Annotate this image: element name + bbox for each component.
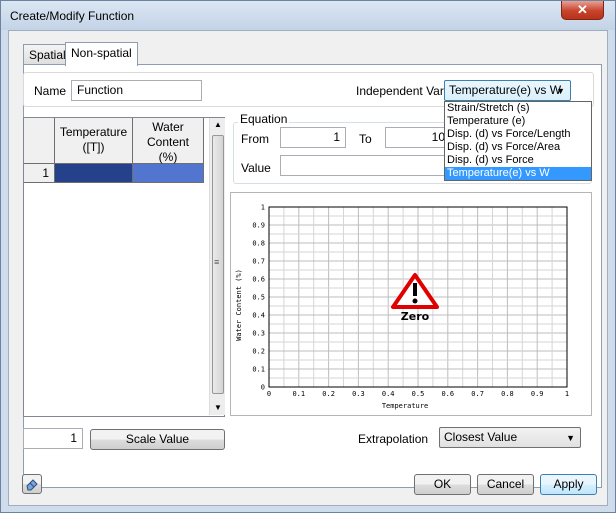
table-cell-water-content[interactable] [133, 164, 204, 183]
close-button[interactable]: ✕ [561, 1, 604, 20]
column-header-water-content[interactable]: Water Content (%) [133, 118, 204, 164]
value-label: Value [241, 161, 271, 175]
scroll-down-icon[interactable]: ▼ [214, 403, 222, 412]
chevron-down-icon: ▼ [556, 86, 565, 96]
cancel-button[interactable]: Cancel [477, 474, 534, 495]
x-tick-labels: 0 0.1 0.2 0.3 0.4 0.5 0.6 0.7 0.8 0.9 1 [267, 390, 569, 398]
independent-var-label: Independent Var. [356, 84, 447, 98]
tab-non-spatial-label: Non-spatial [71, 46, 132, 60]
scrollbar-thumb[interactable]: ≡ [212, 135, 224, 394]
y-tick-label: 0.9 [252, 222, 265, 230]
extrapolation-label: Extrapolation [358, 432, 429, 446]
independent-var-value: Temperature(e) vs W [449, 83, 562, 97]
row-count-input[interactable]: 1 [23, 428, 83, 449]
equation-label: Equation [238, 112, 290, 126]
grip-icon: ≡ [214, 257, 220, 267]
eraser-icon [26, 479, 38, 491]
extrapolation-select[interactable]: Closest Value ▼ [439, 427, 581, 448]
x-tick-label: 0.6 [441, 390, 454, 398]
dropdown-option[interactable]: Strain/Stretch (s) [445, 102, 591, 115]
y-tick-label: 0.3 [252, 330, 265, 338]
x-tick-label: 0.7 [471, 390, 484, 398]
grid-corner-header [24, 118, 55, 164]
dropdown-option[interactable]: Disp. (d) vs Force/Area [445, 141, 591, 154]
x-tick-label: 0.1 [292, 390, 305, 398]
name-label: Name [34, 84, 67, 98]
close-icon: ✕ [577, 2, 588, 17]
x-tick-label: 0.9 [531, 390, 544, 398]
dialog-window: Create/Modify Function ✕ Spatial Non-spa… [0, 0, 616, 513]
title-bar[interactable]: Create/Modify Function ✕ [1, 1, 615, 30]
y-tick-label: 0.1 [252, 366, 265, 374]
to-input[interactable]: 10 [385, 127, 451, 148]
scale-value-button[interactable]: Scale Value [90, 429, 225, 450]
y-tick-label: 0.5 [252, 294, 265, 302]
y-tick-label: 0.7 [252, 258, 265, 266]
apply-button[interactable]: Apply [540, 474, 597, 495]
x-tick-label: 0.3 [352, 390, 365, 398]
x-tick-label: 1 [565, 390, 569, 398]
y-axis-label: Water Content (%) [235, 269, 243, 341]
dropdown-option[interactable]: Disp. (d) vs Force/Length [445, 128, 591, 141]
from-input[interactable]: 1 [280, 127, 346, 148]
y-tick-label: 1 [261, 204, 265, 212]
ok-button[interactable]: OK [414, 474, 471, 495]
grid-scrollbar[interactable]: ▲ ≡ ▼ [209, 118, 225, 415]
dropdown-option-selected[interactable]: Temperature(e) vs W [445, 167, 591, 180]
eraser-button[interactable] [22, 474, 42, 494]
column-header-temperature[interactable]: Temperature ([T]) [55, 118, 133, 164]
tab-spatial-label: Spatial [29, 48, 66, 62]
independent-var-select[interactable]: Temperature(e) vs W ▼ [444, 80, 571, 101]
x-tick-label: 0.8 [501, 390, 514, 398]
name-input[interactable]: Function [71, 80, 202, 101]
from-label: From [241, 132, 269, 146]
independent-var-dropdown: Strain/Stretch (s) Temperature (e) Disp.… [444, 101, 592, 181]
x-tick-label: 0.2 [322, 390, 335, 398]
window-title: Create/Modify Function [10, 9, 135, 23]
dropdown-option[interactable]: Temperature (e) [445, 115, 591, 128]
chevron-down-icon: ▼ [566, 433, 575, 443]
y-tick-label: 0 [261, 384, 265, 392]
function-plot: 0 0.1 0.2 0.3 0.4 0.5 0.6 0.7 0.8 0.9 1 0 0.1 0.2 0.3… [230, 192, 592, 416]
plot-svg: 0 0.1 0.2 0.3 0.4 0.5 0.6 0.7 0.8 0.9 1 0 0.1 0.2 0.3… [235, 204, 569, 411]
y-tick-label: 0.2 [252, 348, 265, 356]
data-grid: Temperature ([T]) Water Content (%) 1 [23, 117, 225, 417]
y-tick-label: 0.8 [252, 240, 265, 248]
y-tick-label: 0.6 [252, 276, 265, 284]
x-tick-label: 0 [267, 390, 271, 398]
dropdown-option[interactable]: Disp. (d) vs Force [445, 154, 591, 167]
y-tick-labels: 0 0.1 0.2 0.3 0.4 0.5 0.6 0.7 0.8 0.9 1 [252, 204, 265, 392]
to-label: To [359, 132, 372, 146]
scroll-up-icon[interactable]: ▲ [214, 120, 222, 129]
row-header[interactable]: 1 [24, 164, 55, 183]
extrapolation-value: Closest Value [444, 430, 518, 444]
y-tick-label: 0.4 [252, 312, 265, 320]
warning-icon [391, 273, 439, 309]
x-tick-label: 0.4 [382, 390, 395, 398]
x-axis-label: Temperature [382, 402, 428, 410]
warning-text: Zero [401, 310, 430, 323]
table-cell-temperature[interactable] [55, 164, 133, 183]
tab-non-spatial[interactable]: Non-spatial [65, 42, 138, 66]
x-tick-label: 0.5 [412, 390, 425, 398]
